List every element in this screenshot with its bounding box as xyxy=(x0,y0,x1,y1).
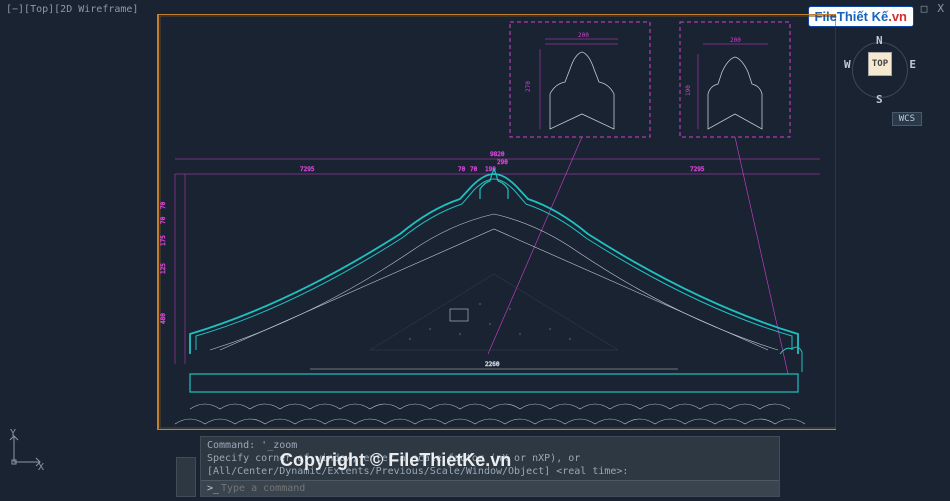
svg-text:175: 175 xyxy=(160,235,167,246)
svg-text:125: 125 xyxy=(160,263,167,274)
svg-text:480: 480 xyxy=(160,313,167,324)
model-tab-handle[interactable] xyxy=(176,457,196,497)
main-roof-profile xyxy=(190,169,798,354)
svg-text:70: 70 xyxy=(160,201,167,209)
svg-text:7295: 7295 xyxy=(300,166,315,173)
svg-text:70: 70 xyxy=(470,166,478,173)
svg-text:70: 70 xyxy=(458,166,466,173)
svg-text:200: 200 xyxy=(730,37,741,44)
viewcube-south[interactable]: S xyxy=(876,93,883,106)
dimension-lines: 9820 7295 7295 7070 190290 70 70 175 125… xyxy=(160,151,820,364)
roof-tiles xyxy=(175,404,805,424)
command-history-line: Command: '_zoom xyxy=(207,439,773,452)
svg-text:70: 70 xyxy=(160,216,167,224)
detail-b-ornament: 200 190 xyxy=(685,37,768,129)
svg-text:190: 190 xyxy=(685,85,692,96)
viewcube-top-face[interactable]: TOP xyxy=(868,52,892,76)
roof-hatch xyxy=(370,274,618,350)
svg-text:290: 290 xyxy=(497,159,508,166)
ucs-icon[interactable]: Y X xyxy=(8,432,44,471)
close-button[interactable]: X xyxy=(937,2,944,15)
viewcube-east[interactable]: E xyxy=(909,58,916,71)
maximize-button[interactable]: □ xyxy=(921,2,928,15)
command-input[interactable] xyxy=(221,483,775,494)
ridge-band xyxy=(190,374,798,392)
svg-text:7295: 7295 xyxy=(690,166,705,173)
command-history-line: [All/Center/Dynamic/Extents/Previous/Sca… xyxy=(207,465,773,478)
drawing-canvas[interactable]: 200 270 200 190 9820 7295 7295 70 70 190 2… xyxy=(10,14,836,430)
command-history: Command: '_zoom Specify corner of window… xyxy=(201,437,779,480)
leader-line-b xyxy=(735,137,788,374)
command-history-line: Specify corner of window, enter a scale … xyxy=(207,452,773,465)
viewcube-north[interactable]: N xyxy=(876,34,883,47)
ucs-y-label: Y xyxy=(10,428,16,439)
command-window[interactable]: Command: '_zoom Specify corner of window… xyxy=(200,436,780,497)
svg-text:9820: 9820 xyxy=(490,151,505,158)
svg-text:270: 270 xyxy=(525,81,532,92)
cad-drawing[interactable]: 200 270 200 190 9820 7295 7295 70 70 190 2… xyxy=(10,14,836,430)
roof-internal-lines: 2260 xyxy=(210,214,778,369)
svg-text:200: 200 xyxy=(578,32,589,39)
viewcube-west[interactable]: W xyxy=(844,58,851,71)
ucs-x-label: X xyxy=(38,462,44,473)
command-prompt-icon: >_ xyxy=(205,483,221,494)
wcs-indicator[interactable]: WCS xyxy=(892,112,922,126)
detail-a-ornament: 200 270 xyxy=(525,32,618,129)
viewcube[interactable]: TOP N S W E xyxy=(840,30,920,110)
svg-text:2260: 2260 xyxy=(485,361,500,368)
